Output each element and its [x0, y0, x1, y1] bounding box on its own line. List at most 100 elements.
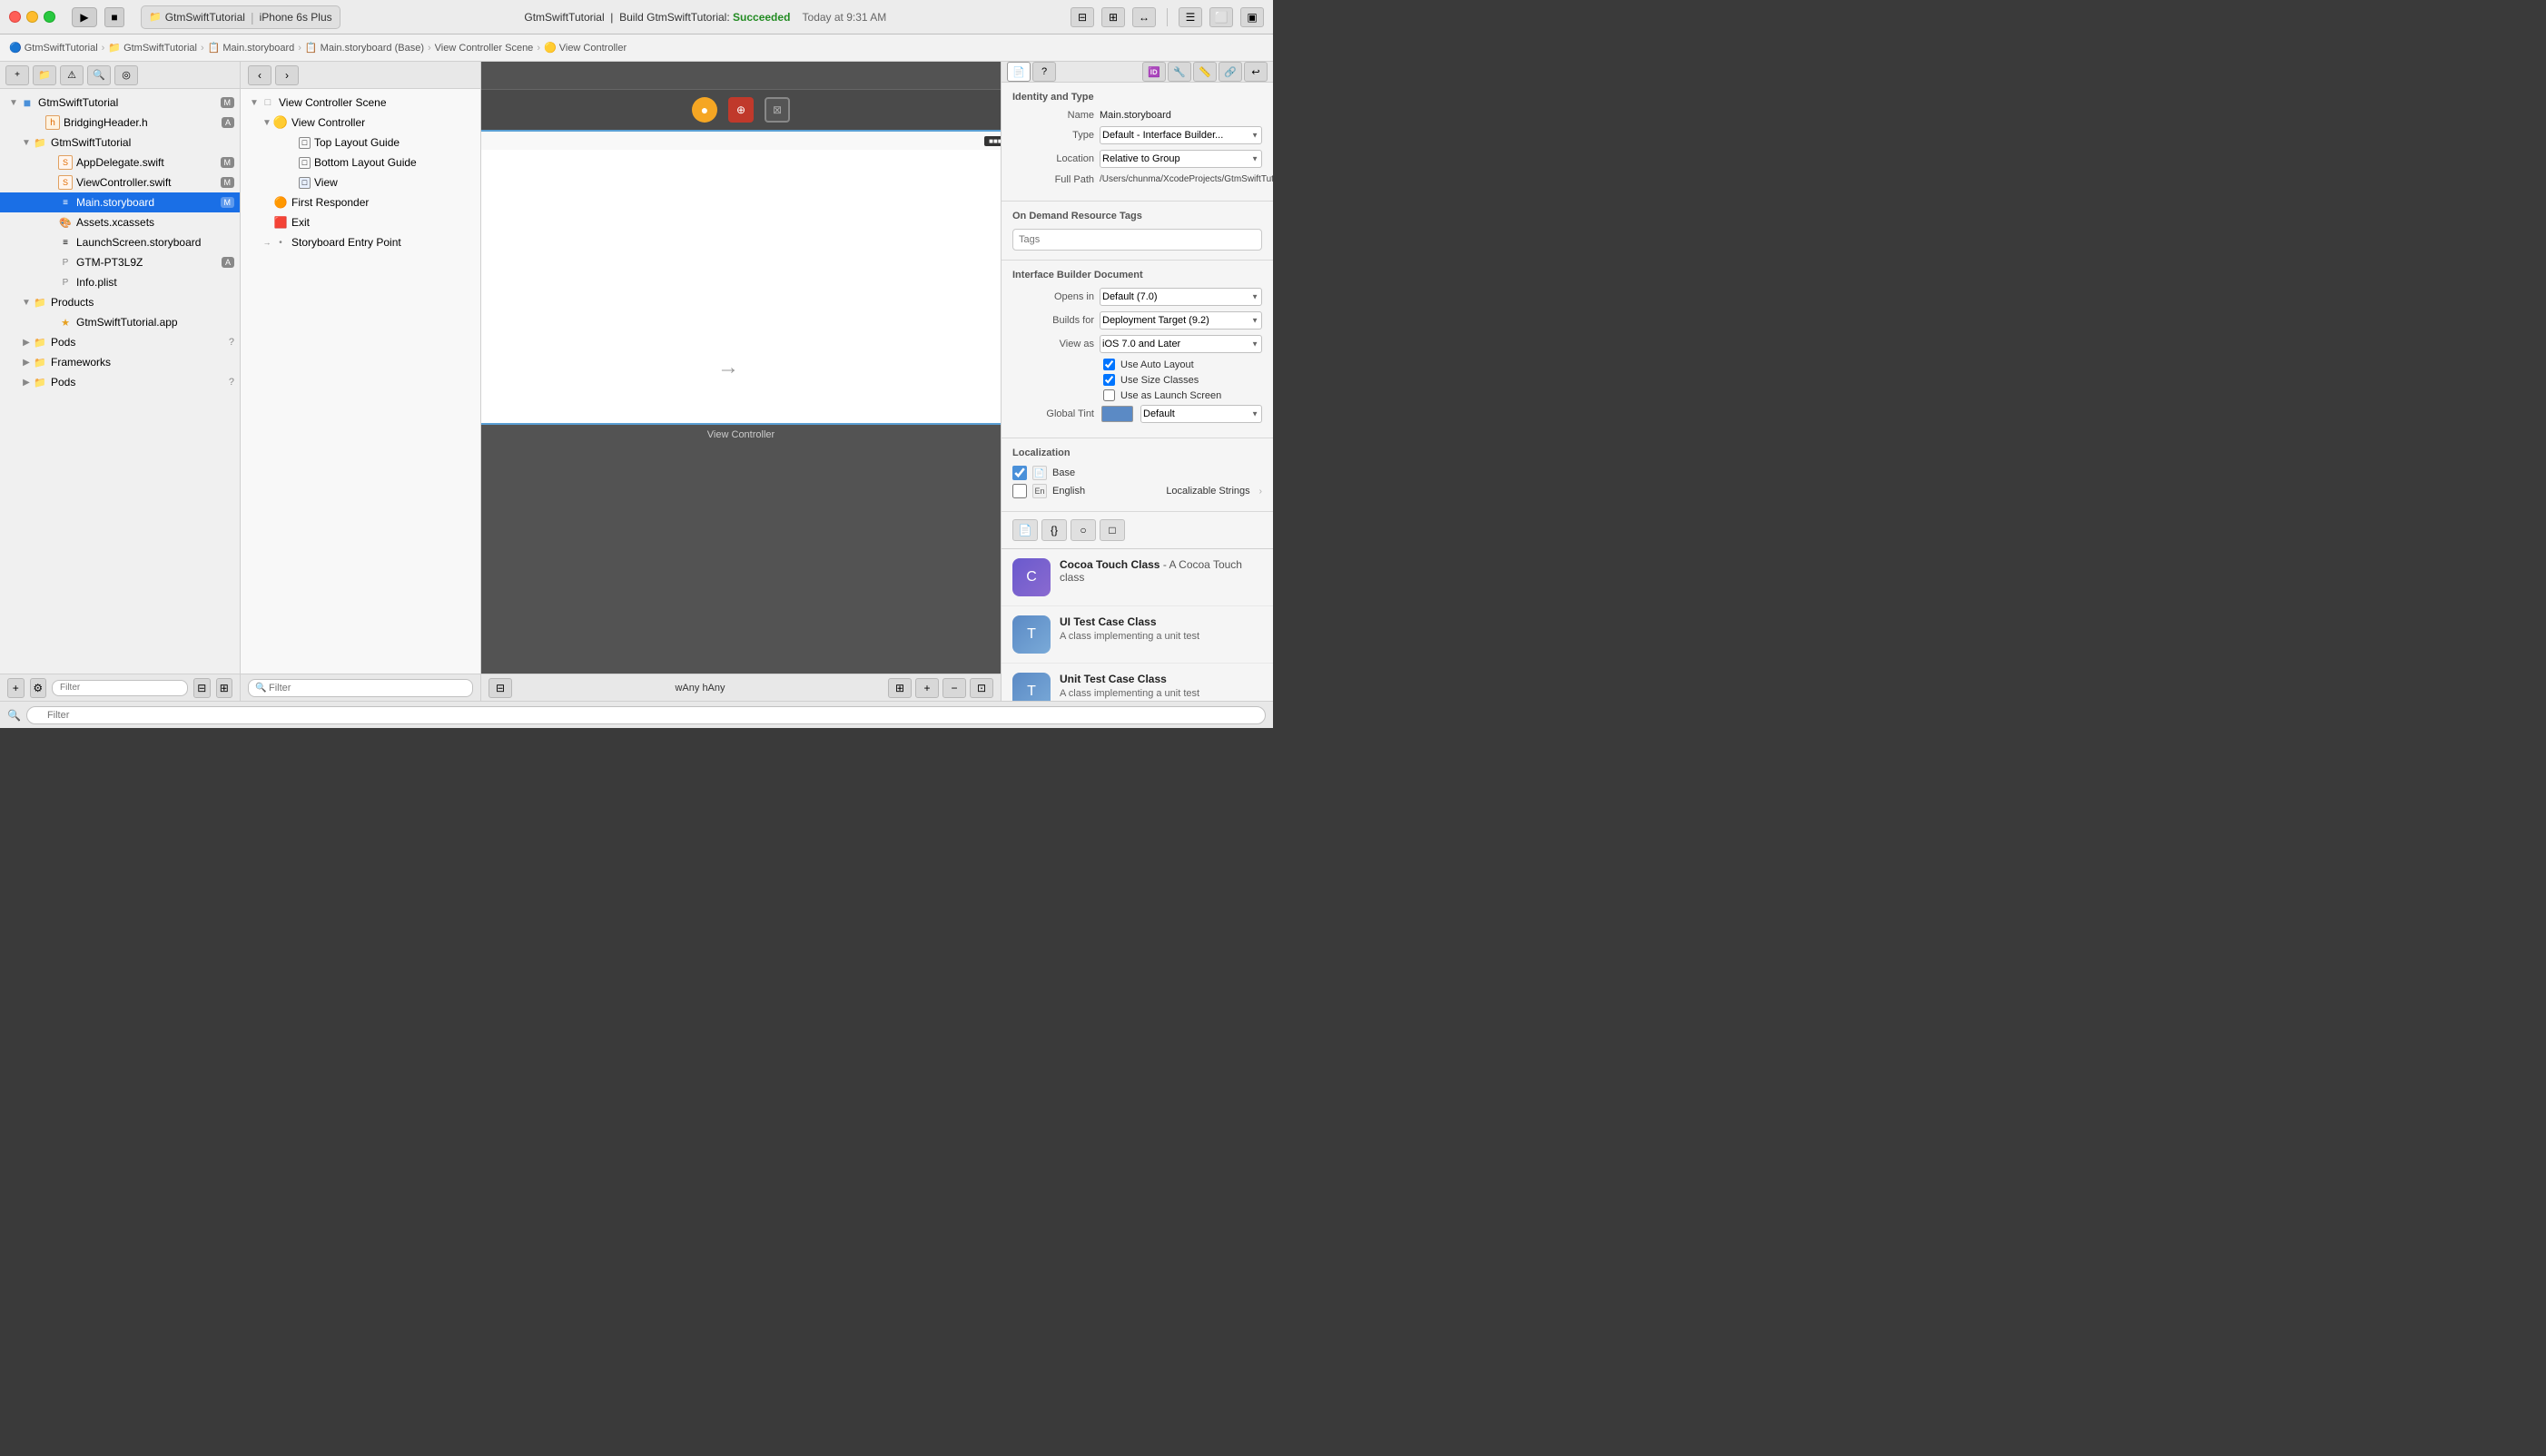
sidebar-item-products[interactable]: ▼ 📁 Products — [0, 292, 240, 312]
file-inspector-tab[interactable]: 📄 — [1007, 62, 1031, 82]
sidebar-item-gtm-plist[interactable]: P GTM-PT3L9Z A — [0, 252, 240, 272]
fit-page-btn[interactable]: ⊞ — [888, 678, 912, 698]
global-filter-input[interactable] — [26, 706, 1266, 724]
view-as-select[interactable]: iOS 7.0 and Later — [1100, 335, 1262, 353]
run-button[interactable]: ▶ — [72, 7, 97, 27]
close-button[interactable] — [9, 11, 21, 23]
add-item-btn[interactable]: + — [7, 678, 25, 698]
breadcrumb-item-1[interactable]: 🔵 GtmSwiftTutorial — [9, 42, 98, 54]
type-select[interactable]: Default - Interface Builder... — [1100, 126, 1262, 144]
global-tint-select[interactable]: Default — [1140, 405, 1262, 423]
outline-scene[interactable]: ▼ □ View Controller Scene — [241, 93, 480, 113]
help-inspector-tab[interactable]: ? — [1032, 62, 1056, 82]
sidebar-toolbar: + 📁 ⚠ 🔍 ◎ — [0, 62, 240, 89]
vc-yellow-icon[interactable]: ● — [692, 97, 717, 123]
breadcrumb-item-4[interactable]: 📋 Main.storyboard (Base) — [305, 42, 424, 54]
minimize-button[interactable] — [26, 11, 38, 23]
bindings-inspector-tab[interactable]: ↩ — [1244, 62, 1268, 82]
add-file-btn[interactable]: + — [5, 65, 29, 85]
sidebar-item-appdelegate[interactable]: S AppDelegate.swift M — [0, 152, 240, 172]
opens-in-select[interactable]: Default (7.0) — [1100, 288, 1262, 306]
outline-top-layout[interactable]: □ Top Layout Guide — [241, 133, 480, 152]
sidebar-item-launchscreen[interactable]: ≡ LaunchScreen.storyboard — [0, 232, 240, 252]
iphone-view-frame[interactable]: ■■■■ — [481, 130, 1001, 425]
stop-button[interactable]: ■ — [104, 7, 124, 27]
unit-test-class-template[interactable]: T Unit Test Case Class A class implement… — [1002, 664, 1273, 701]
debug-btn[interactable]: ⬜ — [1209, 7, 1233, 27]
auto-layout-checkbox[interactable] — [1103, 359, 1115, 370]
tags-input[interactable] — [1012, 229, 1262, 251]
version-btn[interactable]: ↔ — [1132, 7, 1156, 27]
english-checkbox[interactable] — [1012, 484, 1027, 498]
navigator-tab-folder[interactable]: 📁 — [33, 65, 56, 85]
breadcrumb-item-6[interactable]: 🟡 View Controller — [544, 42, 627, 54]
inspector-rect-tab[interactable]: □ — [1100, 519, 1125, 541]
sidebar-item-project[interactable]: ▼ ■ GtmSwiftTutorial M — [0, 93, 240, 113]
header-file-icon: h — [45, 115, 60, 130]
scheme-selector[interactable]: 📁 GtmSwiftTutorial | iPhone 6s Plus — [141, 5, 340, 29]
sidebar-item-viewcontroller[interactable]: S ViewController.swift M — [0, 172, 240, 192]
sidebar-item-bridging-header[interactable]: h BridgingHeader.h A — [0, 113, 240, 133]
editor-toggle-btn[interactable]: ⊟ — [1071, 7, 1094, 27]
sidebar-item-main-storyboard[interactable]: ≡ Main.storyboard M — [0, 192, 240, 212]
frameworks-arrow: ▶ — [20, 358, 33, 368]
inspector-circle-tab[interactable]: ○ — [1071, 519, 1096, 541]
outline-viewcontroller[interactable]: ▼ 🟡 View Controller — [241, 113, 480, 133]
outline-back-btn[interactable]: ‹ — [248, 65, 271, 85]
cocoa-touch-class-template[interactable]: C Cocoa Touch Class - A Cocoa Touch clas… — [1002, 549, 1273, 606]
navigator-btn[interactable]: ☰ — [1179, 7, 1202, 27]
traffic-lights — [9, 11, 55, 23]
navigator-tab-search[interactable]: 🔍 — [87, 65, 111, 85]
size-classes-checkbox[interactable] — [1103, 374, 1115, 386]
opens-in-label: Opens in — [1012, 291, 1094, 302]
vc-red-icon[interactable]: ⊕ — [728, 97, 754, 123]
size-class-label: wAny hAny — [675, 683, 725, 694]
filter-btn[interactable]: ⚙ — [30, 678, 47, 698]
breadcrumb-item-3[interactable]: 📋 Main.storyboard — [208, 42, 295, 54]
navigator-tab-source[interactable]: ◎ — [114, 65, 138, 85]
ui-test-class-template[interactable]: T UI Test Case Class A class implementin… — [1002, 606, 1273, 664]
toggle-canvas-btn[interactable]: ⊟ — [488, 678, 512, 698]
sidebar-item-app[interactable]: ★ GtmSwiftTutorial.app — [0, 312, 240, 332]
breadcrumb-item-5[interactable]: View Controller Scene — [435, 43, 534, 54]
sidebar-item-assets[interactable]: 🎨 Assets.xcassets — [0, 212, 240, 232]
actual-size-btn[interactable]: ⊡ — [970, 678, 993, 698]
canvas-content[interactable]: → ● ⊕ ⊠ ■■■■ — [481, 62, 1001, 674]
outline-entry-point[interactable]: → • Storyboard Entry Point — [241, 232, 480, 252]
outline-forward-btn[interactable]: › — [275, 65, 299, 85]
builds-for-select[interactable]: Deployment Target (9.2) — [1100, 311, 1262, 330]
sidebar-item-pods[interactable]: ▶ 📁 Pods ? — [0, 332, 240, 352]
sidebar-item-info-plist[interactable]: P Info.plist — [0, 272, 240, 292]
sidebar-view-btn[interactable]: ⊟ — [193, 678, 211, 698]
breadcrumb-item-2[interactable]: 📁 GtmSwiftTutorial — [108, 42, 197, 54]
utilities-btn[interactable]: ▣ — [1240, 7, 1264, 27]
launch-screen-checkbox[interactable] — [1103, 389, 1115, 401]
attributes-inspector-tab[interactable]: 🔧 — [1168, 62, 1191, 82]
assistant-btn[interactable]: ⊞ — [1101, 7, 1125, 27]
size-inspector-tab[interactable]: 📏 — [1193, 62, 1217, 82]
global-tint-swatch[interactable] — [1101, 406, 1133, 422]
fullscreen-button[interactable] — [44, 11, 55, 23]
outline-bottom-layout[interactable]: □ Bottom Layout Guide — [241, 152, 480, 172]
ui-template-icon: T — [1012, 615, 1051, 654]
outline-filter-input[interactable] — [248, 679, 473, 697]
sidebar-hierarchy-btn[interactable]: ⊞ — [216, 678, 233, 698]
inspector-file-tab[interactable]: 📄 — [1012, 519, 1038, 541]
connections-inspector-tab[interactable]: 🔗 — [1219, 62, 1242, 82]
vc-dark-icon[interactable]: ⊠ — [765, 97, 790, 123]
outline-view[interactable]: □ View — [241, 172, 480, 192]
zoom-out-btn[interactable]: − — [942, 678, 966, 698]
sidebar-item-pods2[interactable]: ▶ 📁 Pods ? — [0, 372, 240, 392]
sidebar-item-group[interactable]: ▼ 📁 GtmSwiftTutorial — [0, 133, 240, 152]
base-checkbox[interactable] — [1012, 466, 1027, 480]
location-select[interactable]: Relative to Group — [1100, 150, 1262, 168]
sidebar-item-frameworks[interactable]: ▶ 📁 Frameworks — [0, 352, 240, 372]
view-controller-scene[interactable]: ● ⊕ ⊠ ■■■■ — [481, 89, 1001, 445]
sidebar-filter-input[interactable] — [52, 680, 188, 696]
inspector-brace-tab[interactable]: {} — [1041, 519, 1067, 541]
identity-inspector-tab[interactable]: 🆔 — [1142, 62, 1166, 82]
outline-first-responder[interactable]: 🟠 First Responder — [241, 192, 480, 212]
outline-exit[interactable]: 🟥 Exit — [241, 212, 480, 232]
navigator-tab-warning[interactable]: ⚠ — [60, 65, 84, 85]
zoom-in-btn[interactable]: + — [915, 678, 939, 698]
